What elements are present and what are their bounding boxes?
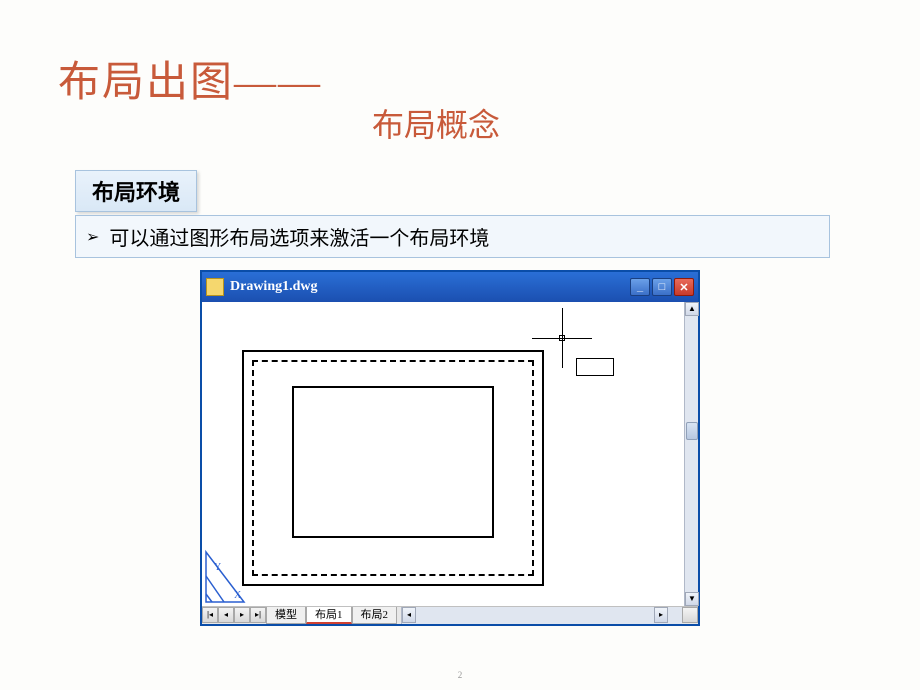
horizontal-scrollbar[interactable]: ◂ ▸ (401, 607, 682, 624)
minimize-button[interactable]: _ (630, 278, 650, 296)
tab-nav-prev-icon[interactable]: ◂ (218, 607, 234, 623)
slide-page-number: 2 (458, 670, 463, 680)
window-title: Drawing1.dwg (230, 279, 630, 295)
close-button[interactable]: ✕ (674, 278, 694, 296)
ucs-icon: Y X (204, 546, 252, 604)
svg-text:Y: Y (214, 562, 221, 573)
window-titlebar[interactable]: Drawing1.dwg _ □ ✕ (202, 272, 698, 302)
scroll-down-icon[interactable]: ▼ (685, 592, 699, 606)
bullet-text: 可以通过图形布局选项来激活一个布局环境 (109, 222, 489, 251)
svg-text:X: X (234, 590, 242, 601)
tab-model[interactable]: 模型 (266, 607, 306, 624)
cad-body: Y X ▲ ▼ (202, 302, 698, 606)
tab-nav-last-icon[interactable]: ▸| (250, 607, 266, 623)
vertical-scrollbar[interactable]: ▲ ▼ (684, 302, 698, 606)
bottom-tab-bar: |◂ ◂ ▸ ▸| 模型 布局1 布局2 ◂ ▸ (202, 606, 698, 624)
tab-layout1[interactable]: 布局1 (306, 607, 352, 624)
maximize-button[interactable]: □ (652, 278, 672, 296)
info-bullet-bar: ➢ 可以通过图形布局选项来激活一个布局环境 (75, 215, 830, 258)
tab-layout2[interactable]: 布局2 (352, 607, 398, 624)
scroll-left-icon[interactable]: ◂ (402, 607, 416, 623)
bullet-arrow-icon: ➢ (86, 227, 99, 247)
slide-title-sub: 布局概念 (372, 100, 500, 146)
scroll-up-icon[interactable]: ▲ (685, 302, 699, 316)
tooltip-box (576, 358, 614, 376)
cad-window: Drawing1.dwg _ □ ✕ Y X (200, 270, 700, 626)
slide-title-main: 布局出图—— (58, 48, 322, 109)
tab-nav-next-icon[interactable]: ▸ (234, 607, 250, 623)
window-controls: _ □ ✕ (630, 278, 694, 296)
app-icon (206, 278, 224, 296)
section-badge: 布局环境 (75, 170, 197, 212)
scroll-thumb[interactable] (686, 422, 698, 440)
bottom-right-grip-icon (682, 607, 698, 623)
tab-nav-first-icon[interactable]: |◂ (202, 607, 218, 623)
scroll-right-icon[interactable]: ▸ (654, 607, 668, 623)
viewport-rect (292, 386, 494, 538)
drawing-canvas[interactable]: Y X (202, 302, 684, 606)
